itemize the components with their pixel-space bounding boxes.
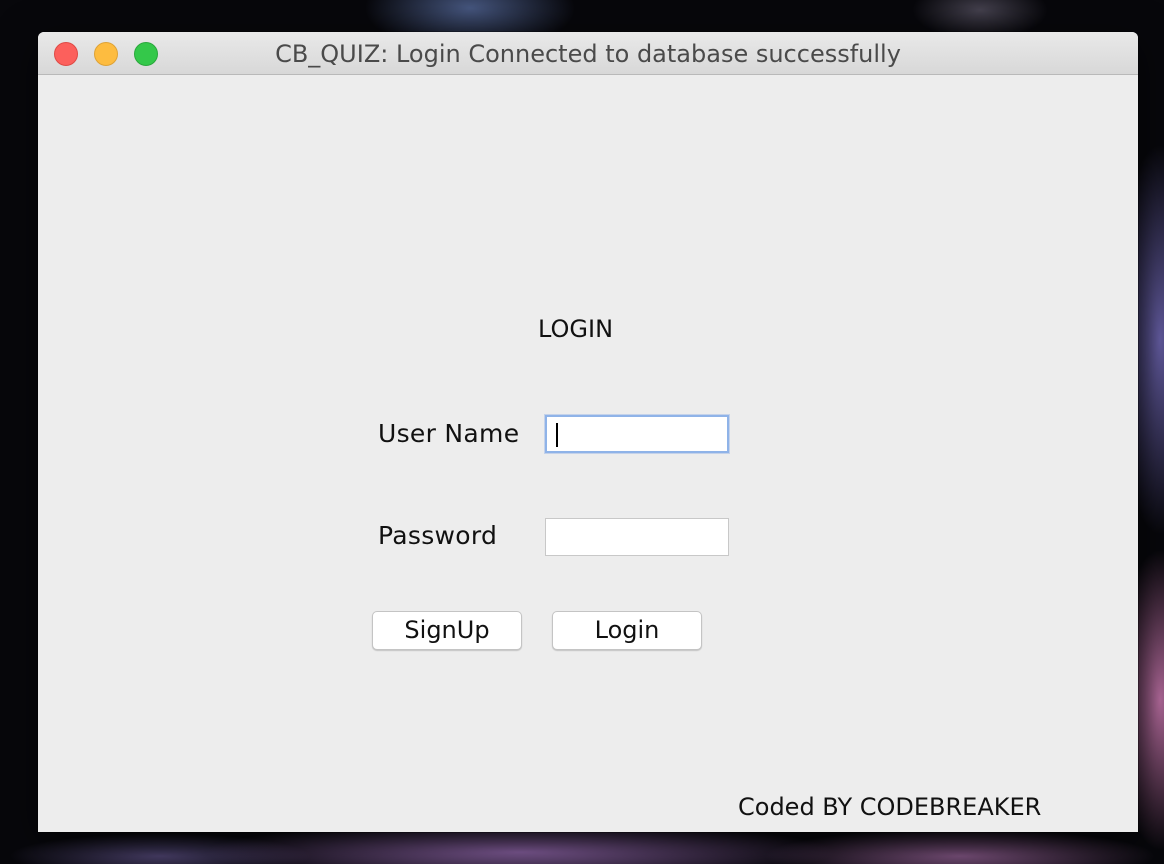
login-heading: LOGIN [538, 315, 614, 343]
login-window: CB_QUIZ: Login Connected to database suc… [38, 32, 1138, 832]
username-label: User Name [378, 419, 520, 448]
credit-text: Coded BY CODEBREAKER [738, 793, 1042, 821]
text-caret [556, 423, 558, 447]
signup-button[interactable]: SignUp [372, 611, 522, 650]
window-title: CB_QUIZ: Login Connected to database suc… [275, 40, 901, 68]
password-field[interactable] [545, 518, 729, 556]
login-panel: LOGIN User Name Password SignUp Login Co… [38, 75, 1138, 832]
password-label: Password [378, 521, 498, 550]
username-field[interactable] [545, 415, 729, 453]
title-bar[interactable]: CB_QUIZ: Login Connected to database suc… [38, 32, 1138, 75]
login-button[interactable]: Login [552, 611, 702, 650]
